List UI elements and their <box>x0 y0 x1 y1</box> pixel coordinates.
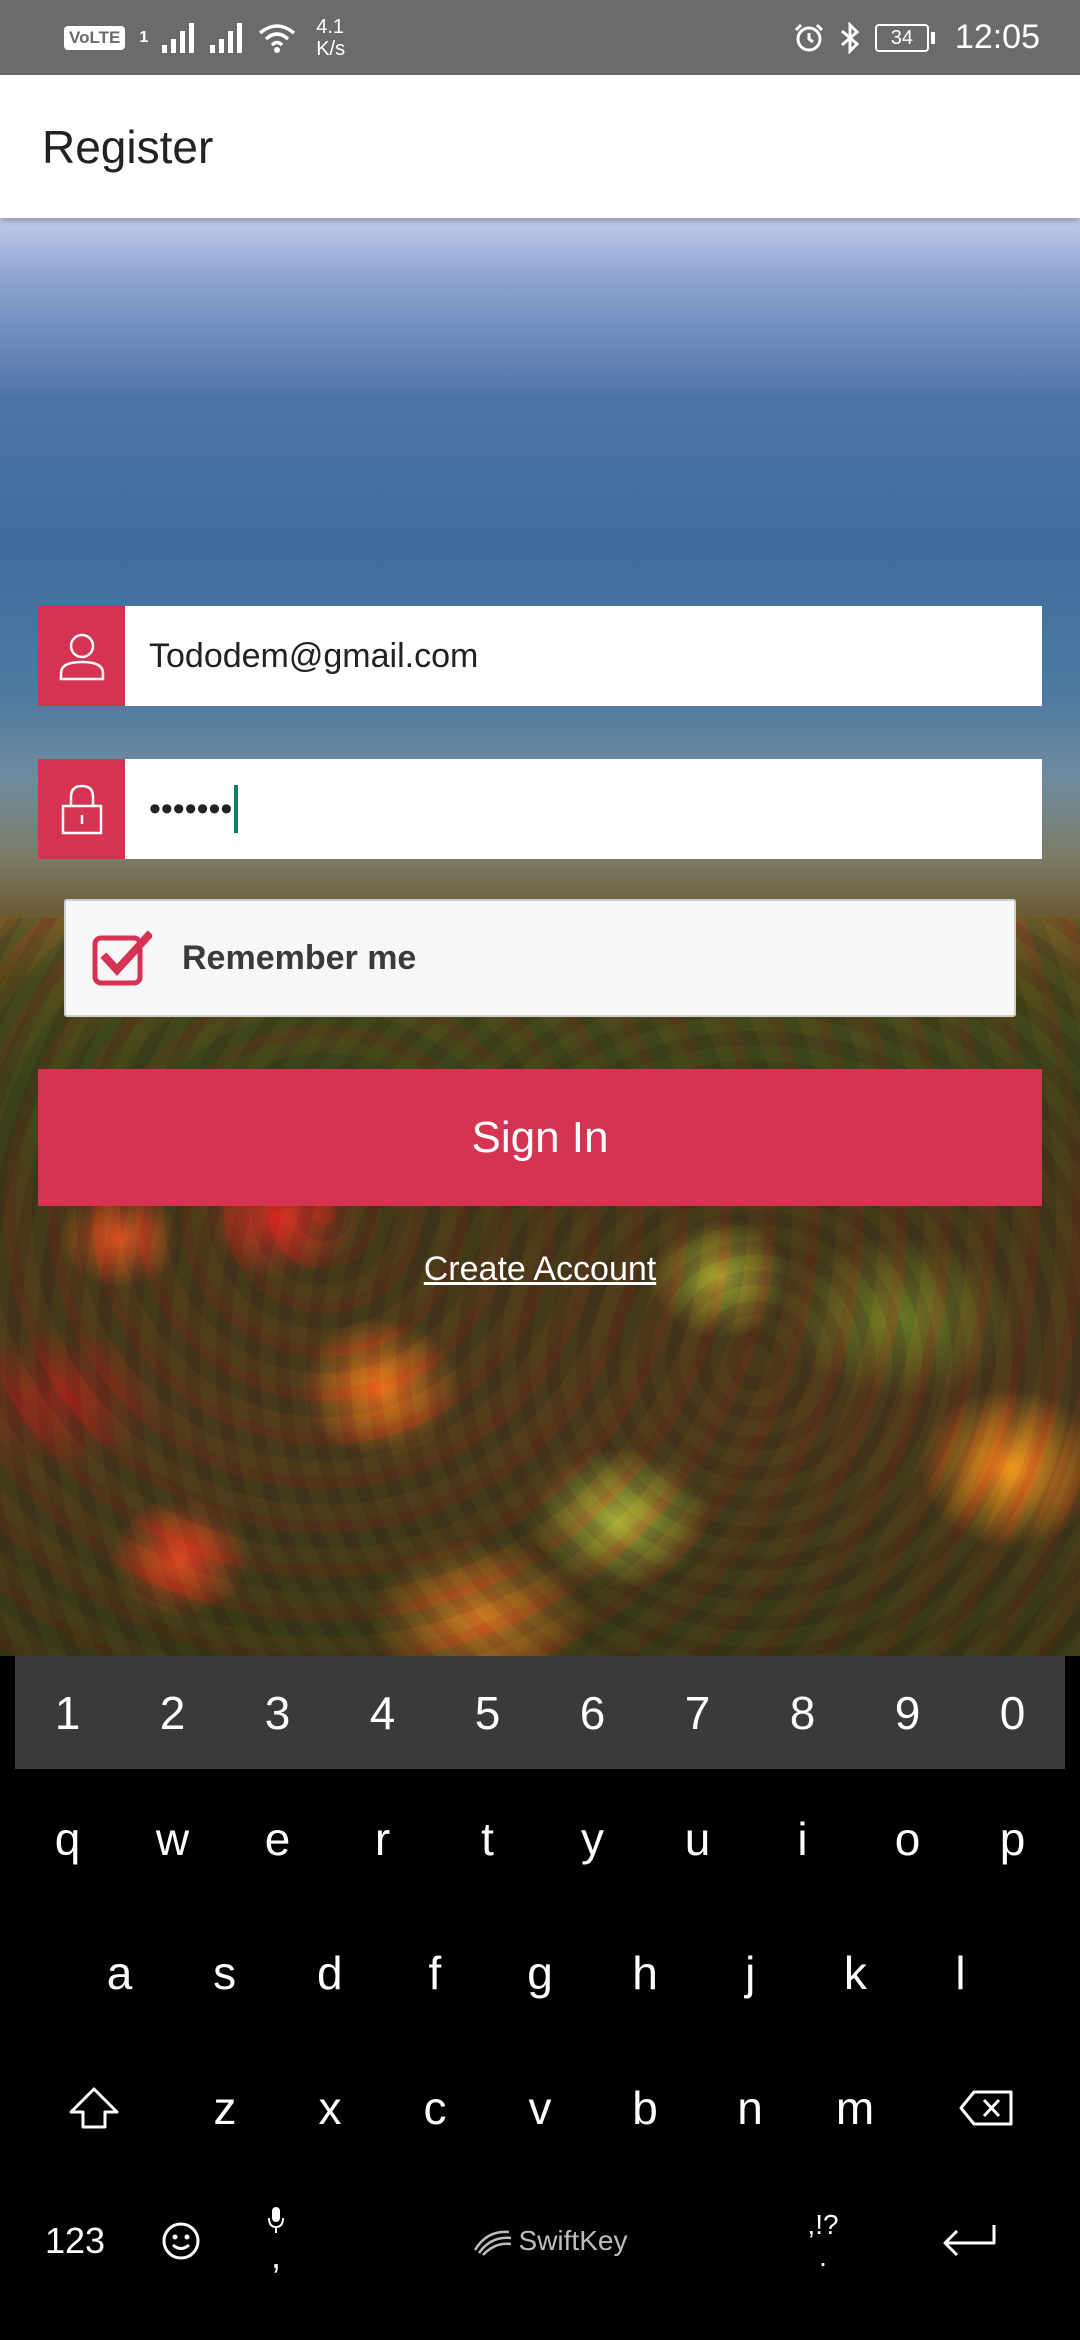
create-account-link[interactable]: Create Account <box>0 1250 1080 1289</box>
sign-in-button[interactable]: Sign In <box>38 1069 1042 1206</box>
key-b[interactable]: b <box>593 2043 698 2173</box>
battery-icon: 34 <box>874 23 935 52</box>
key-c[interactable]: c <box>383 2043 488 2173</box>
battery-tip <box>930 31 935 44</box>
text-caret <box>234 785 239 833</box>
key-y[interactable]: y <box>540 1774 645 1904</box>
password-value: ••••••• <box>149 789 233 828</box>
lock-icon <box>38 759 125 859</box>
key-t[interactable]: t <box>435 1774 540 1904</box>
spacebar[interactable]: SwiftKey <box>325 2176 773 2306</box>
key-4[interactable]: 4 <box>330 1656 435 1769</box>
bluetooth-icon <box>840 21 860 54</box>
symbols-key[interactable]: 123 <box>15 2176 135 2306</box>
status-bar: VoLTE 1 4.1 K/s 34 12:05 <box>0 0 1080 75</box>
key-d[interactable]: d <box>277 1908 382 2038</box>
swiftkey-logo-icon <box>473 2230 511 2256</box>
key-h[interactable]: h <box>593 1908 698 2038</box>
key-o[interactable]: o <box>855 1774 960 1904</box>
key-2[interactable]: 2 <box>120 1656 225 1769</box>
key-8[interactable]: 8 <box>750 1656 855 1769</box>
battery-level: 34 <box>874 23 929 52</box>
key-u[interactable]: u <box>645 1774 750 1904</box>
keyboard-row-3: z x c v b n m <box>15 2043 1065 2173</box>
key-r[interactable]: r <box>330 1774 435 1904</box>
key-6[interactable]: 6 <box>540 1656 645 1769</box>
comma-label: , <box>270 2235 281 2276</box>
swiftkey-label: SwiftKey <box>518 2225 628 2256</box>
key-j[interactable]: j <box>698 1908 803 2038</box>
key-3[interactable]: 3 <box>225 1656 330 1769</box>
key-i[interactable]: i <box>750 1774 855 1904</box>
signal-roaming-icon <box>210 22 243 53</box>
enter-icon <box>943 2225 996 2257</box>
keyboard-row-2: a s d f g h j k l <box>15 1908 1065 2038</box>
swiftkey-brand: SwiftKey <box>471 2225 628 2257</box>
shift-key[interactable] <box>15 2043 173 2173</box>
key-g[interactable]: g <box>487 1908 592 2038</box>
key-5[interactable]: 5 <box>435 1656 540 1769</box>
key-k[interactable]: k <box>803 1908 908 2038</box>
emoji-icon <box>162 2222 200 2260</box>
key-7[interactable]: 7 <box>645 1656 750 1769</box>
sim-indicator: 1 <box>139 28 149 46</box>
page-title: Register <box>42 120 214 173</box>
keyboard-row-bottom: 123 , SwiftKey ,!? . <box>15 2176 1065 2306</box>
volte-icon: VoLTE <box>64 25 126 50</box>
comma-key[interactable]: , <box>227 2176 325 2306</box>
microphone-icon <box>268 2207 284 2233</box>
remember-me-label: Remember me <box>182 938 417 977</box>
remember-me-row[interactable]: Remember me <box>64 899 1016 1017</box>
email-field[interactable]: Tododem@gmail.com <box>38 606 1042 706</box>
key-m[interactable]: m <box>803 2043 908 2173</box>
net-speed-value: 4.1 <box>316 15 345 38</box>
key-x[interactable]: x <box>278 2043 383 2173</box>
app-bar: Register <box>0 75 1080 218</box>
key-a[interactable]: a <box>67 1908 172 2038</box>
status-bar-right: 34 12:05 <box>793 18 1040 57</box>
key-1[interactable]: 1 <box>15 1656 120 1769</box>
key-s[interactable]: s <box>172 1908 277 2038</box>
punctuation-hint: ,!? <box>807 2209 839 2240</box>
key-w[interactable]: w <box>120 1774 225 1904</box>
key-f[interactable]: f <box>382 1908 487 2038</box>
net-speed: 4.1 K/s <box>316 16 345 60</box>
key-0[interactable]: 0 <box>960 1656 1065 1769</box>
email-value: Tododem@gmail.com <box>149 636 479 675</box>
user-icon <box>38 606 125 706</box>
keyboard-number-row: 1 2 3 4 5 6 7 8 9 0 <box>15 1656 1065 1769</box>
password-input[interactable]: ••••••• <box>125 759 1042 859</box>
wifi-icon <box>259 23 296 53</box>
key-q[interactable]: q <box>15 1774 120 1904</box>
shift-icon <box>69 2087 119 2129</box>
password-field[interactable]: ••••••• <box>38 759 1042 859</box>
period-key[interactable]: ,!? . <box>773 2176 873 2306</box>
key-p[interactable]: p <box>960 1774 1065 1904</box>
net-speed-unit: K/s <box>316 37 346 60</box>
key-9[interactable]: 9 <box>855 1656 960 1769</box>
period-label: . <box>819 2241 827 2272</box>
key-n[interactable]: n <box>698 2043 803 2173</box>
key-z[interactable]: z <box>173 2043 278 2173</box>
backspace-key[interactable] <box>908 2043 1066 2173</box>
key-e[interactable]: e <box>225 1774 330 1904</box>
keyboard: 1 2 3 4 5 6 7 8 9 0 q w e r t y u i o p … <box>0 1656 1080 2340</box>
clock: 12:05 <box>954 18 1040 56</box>
keyboard-row-1: q w e r t y u i o p <box>15 1774 1065 1904</box>
enter-key[interactable] <box>873 2176 1065 2306</box>
key-l[interactable]: l <box>908 1908 1013 2038</box>
key-v[interactable]: v <box>488 2043 593 2173</box>
status-bar-left: VoLTE 1 4.1 K/s <box>64 16 345 60</box>
signal-icon <box>162 22 195 53</box>
email-input[interactable]: Tododem@gmail.com <box>125 606 1042 706</box>
backspace-icon <box>959 2090 1013 2126</box>
alarm-icon <box>794 23 823 51</box>
emoji-key[interactable] <box>135 2176 227 2306</box>
remember-me-checkbox[interactable] <box>92 930 152 986</box>
